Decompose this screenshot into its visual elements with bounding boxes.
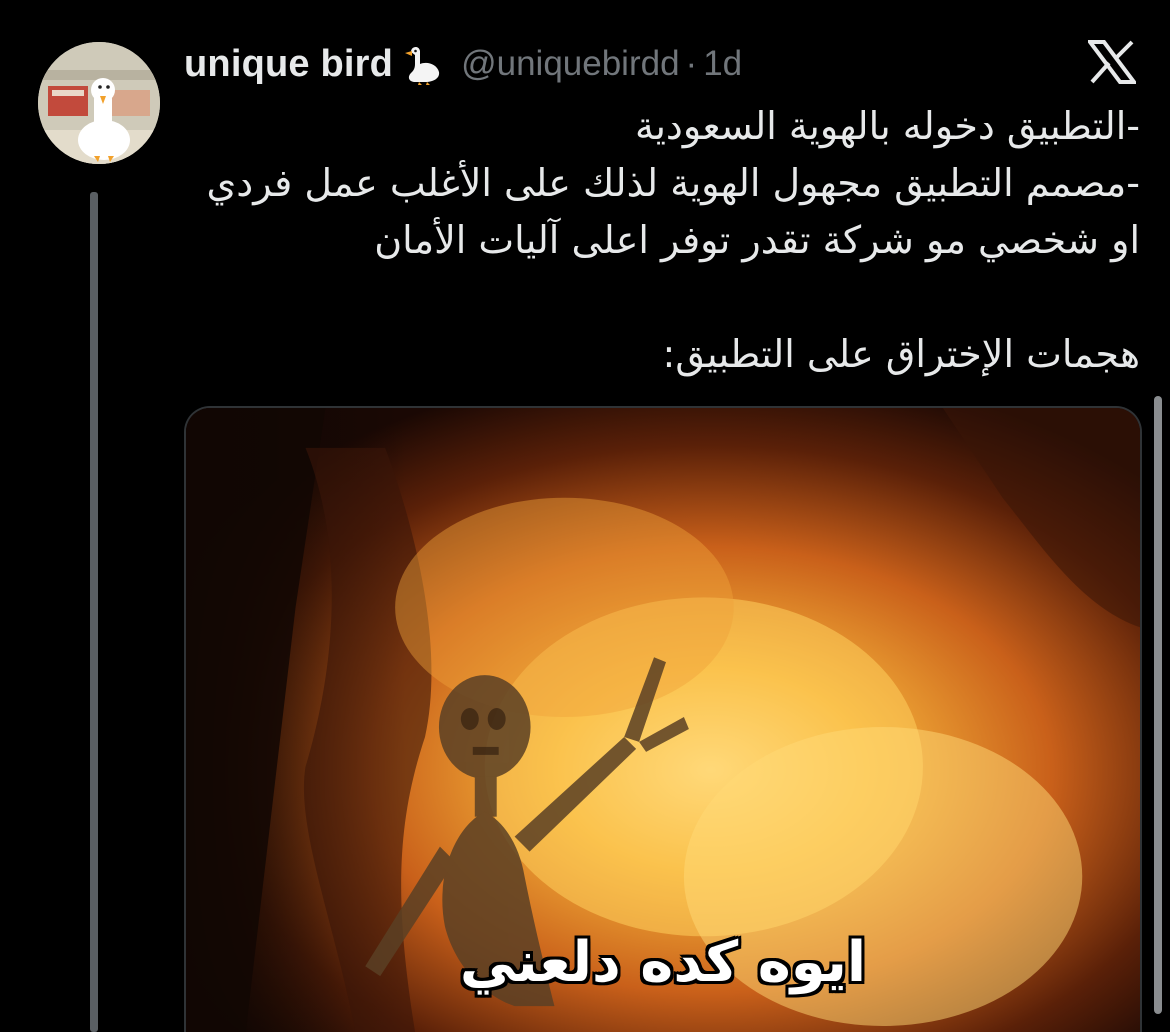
- tweet-text: -التطبيق دخوله بالهوية السعودية -مصمم ال…: [206, 104, 1140, 376]
- thread-line: [90, 192, 98, 1032]
- x-logo-icon[interactable]: [1088, 40, 1136, 84]
- avatar-image: [38, 42, 160, 164]
- separator-dot: ·: [685, 44, 698, 83]
- timestamp[interactable]: 1d: [703, 44, 742, 84]
- tweet-media[interactable]: ايوه كده دلعني: [184, 406, 1142, 1032]
- scrollbar[interactable]: [1154, 396, 1162, 1014]
- display-name[interactable]: unique bird: [184, 43, 393, 86]
- goose-icon: [403, 42, 443, 86]
- tweet-header: unique bird @uniquebirdd · 1d: [184, 36, 742, 92]
- handle[interactable]: @uniquebirdd: [461, 44, 679, 84]
- media-caption: ايوه كده دلعني: [459, 930, 867, 995]
- avatar[interactable]: [38, 42, 160, 164]
